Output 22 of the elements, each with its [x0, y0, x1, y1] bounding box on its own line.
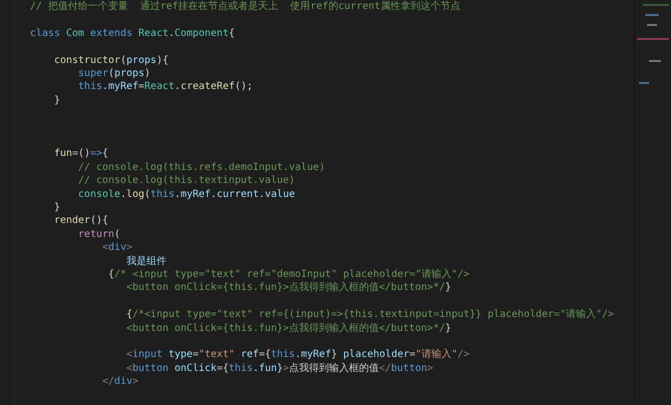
code-line: }	[53, 201, 60, 214]
code-line: <button onClick={this.fun}>点我得到输入框的值</button>*/}	[125, 322, 452, 336]
code-line: super(props)	[77, 67, 150, 80]
code-line: <input type="text" ref={this.myRef} placeholder="请输入"/>	[125, 348, 470, 362]
code-line: constructor(props){	[53, 54, 168, 67]
code-line: {/* <input type="text" ref="demoInput" placeholder="请输入"/>	[107, 268, 470, 282]
code-line: // console.log(this.textinput.value)	[77, 174, 295, 188]
code-line: // 把值付给一个变量 通过ref挂在在节点或者是天上 使用ref的current属性拿到这个节点	[30, 0, 460, 14]
code-line: class Com extends React.Component{	[30, 26, 235, 40]
code-line: console.log(this.myRef.current.value	[77, 188, 295, 202]
code-line: 我是组件	[125, 254, 166, 268]
code-line: </div>	[101, 375, 138, 389]
code-line: // console.log(this.refs.demoInput.value)	[77, 160, 326, 174]
code-line: render(){	[53, 214, 108, 228]
code-line: <div>	[101, 241, 132, 255]
code-line: <button onClick={this.fun}>点我得到输入框的值</button>	[125, 362, 434, 376]
code-line: return(	[77, 228, 120, 242]
code-line: fun=()=>{	[53, 147, 108, 161]
code-line: }	[53, 94, 60, 108]
code-line: <button onClick={this.fun}>点我得到输入框的值</button>*/}	[125, 281, 452, 295]
code-line: this.myRef=React.createRef();	[77, 80, 253, 94]
code-line: {/*<input type="text" ref={(input)=>{this.textinput=input}} placeholder="请输入"/>	[125, 308, 614, 322]
